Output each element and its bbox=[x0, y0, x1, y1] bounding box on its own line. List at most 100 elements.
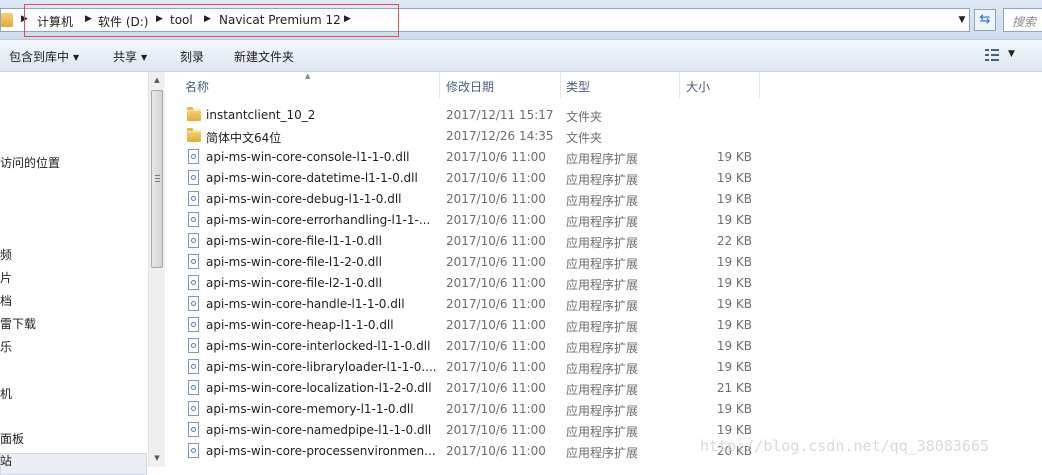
file-type: 应用程序扩展 bbox=[566, 194, 639, 208]
dll-file-icon bbox=[188, 170, 199, 185]
breadcrumb-tool[interactable]: tool bbox=[170, 13, 193, 27]
table-row[interactable]: api-ms-win-core-file-l2-1-0.dll 2017/10/6… bbox=[165, 273, 1042, 294]
dll-file-icon bbox=[188, 254, 199, 269]
file-date: 2017/10/6 11:00 bbox=[446, 381, 546, 395]
share-label: 共享 bbox=[113, 50, 138, 64]
file-name: api-ms-win-core-memory-l1-1-0.dll bbox=[206, 402, 414, 416]
address-bar[interactable]: ▶ 计算机 ▶ 软件 (D:) ▶ tool ▶ Navicat Premium… bbox=[0, 8, 970, 32]
nav-item-recycle-bin[interactable]: 站 bbox=[0, 452, 12, 469]
column-divider[interactable] bbox=[759, 72, 760, 98]
nav-scrollbar[interactable]: ▲ ▼ bbox=[148, 72, 165, 467]
file-date: 2017/10/6 11:00 bbox=[446, 213, 546, 227]
nav-item-computer[interactable]: 机 bbox=[0, 385, 12, 402]
table-row[interactable]: api-ms-win-core-debug-l1-1-0.dll 2017/10/… bbox=[165, 189, 1042, 210]
breadcrumb-chevron-icon[interactable]: ▶ bbox=[344, 14, 351, 24]
column-header-date[interactable]: 修改日期 bbox=[446, 78, 494, 95]
breadcrumb-chevron-icon[interactable]: ▶ bbox=[156, 14, 163, 24]
address-dropdown-icon[interactable]: ▼ bbox=[954, 9, 970, 31]
column-header-type[interactable]: 类型 bbox=[566, 78, 590, 95]
scroll-down-icon[interactable]: ▼ bbox=[149, 450, 165, 467]
file-name: api-ms-win-core-datetime-l1-1-0.dll bbox=[206, 171, 418, 185]
column-header-size[interactable]: 大小 bbox=[686, 78, 710, 95]
file-name: api-ms-win-core-heap-l1-1-0.dll bbox=[206, 318, 394, 332]
file-date: 2017/10/6 11:00 bbox=[446, 444, 546, 458]
nav-item-pictures[interactable]: 片 bbox=[0, 269, 12, 286]
table-row[interactable]: api-ms-win-core-console-l1-1-0.dll 2017/1… bbox=[165, 147, 1042, 168]
table-row[interactable]: api-ms-win-core-datetime-l1-1-0.dll 2017/… bbox=[165, 168, 1042, 189]
burn-button[interactable]: 刻录 bbox=[180, 48, 204, 65]
file-size: 22 KB bbox=[716, 234, 752, 248]
file-name: api-ms-win-core-interlocked-l1-1-0.dll bbox=[206, 339, 431, 353]
column-header-row: ▲ 名称 修改日期 类型 大小 bbox=[165, 72, 1042, 98]
folder-icon bbox=[187, 128, 201, 142]
file-date: 2017/10/6 11:00 bbox=[446, 402, 546, 416]
refresh-icon[interactable]: ⇆ bbox=[974, 9, 996, 31]
include-in-library-label: 包含到库中 bbox=[9, 50, 70, 64]
breadcrumb-chevron-icon[interactable]: ▶ bbox=[21, 14, 28, 24]
file-date: 2017/10/6 11:00 bbox=[446, 255, 546, 269]
file-date: 2017/10/6 11:00 bbox=[446, 318, 546, 332]
nav-item-xunlei-downloads[interactable]: 雷下载 bbox=[0, 315, 36, 332]
dll-file-icon bbox=[188, 380, 199, 395]
file-size: 19 KB bbox=[716, 297, 752, 311]
nav-item-music[interactable]: 乐 bbox=[0, 338, 12, 355]
table-row[interactable]: api-ms-win-core-file-l1-1-0.dll 2017/10/6… bbox=[165, 231, 1042, 252]
file-size: 19 KB bbox=[716, 171, 752, 185]
folder-icon bbox=[187, 107, 201, 121]
file-type: 应用程序扩展 bbox=[566, 257, 639, 271]
breadcrumb-computer[interactable]: 计算机 bbox=[37, 13, 73, 30]
file-size: 19 KB bbox=[716, 360, 752, 374]
scroll-up-icon[interactable]: ▲ bbox=[149, 72, 165, 89]
file-size: 19 KB bbox=[716, 276, 752, 290]
file-name: instantclient_10_2 bbox=[206, 108, 316, 122]
file-name: api-ms-win-core-libraryloader-l1-1-0.... bbox=[206, 360, 436, 374]
view-dropdown-icon[interactable]: ▼ bbox=[1008, 49, 1015, 59]
share-button[interactable]: 共享 ▼ bbox=[113, 48, 147, 65]
table-row[interactable]: api-ms-win-core-interlocked-l1-1-0.dll 20… bbox=[165, 336, 1042, 357]
view-details-icon[interactable] bbox=[985, 49, 999, 61]
table-row[interactable]: instantclient_10_2 2017/12/11 15:17 文件夹 bbox=[165, 105, 1042, 126]
column-header-name[interactable]: 名称 bbox=[185, 78, 209, 95]
nav-selected-highlight bbox=[0, 453, 147, 475]
column-divider[interactable] bbox=[679, 72, 680, 98]
table-row[interactable]: api-ms-win-core-file-l1-2-0.dll 2017/10/6… bbox=[165, 252, 1042, 273]
column-divider[interactable] bbox=[560, 72, 561, 98]
file-date: 2017/10/6 11:00 bbox=[446, 297, 546, 311]
file-date: 2017/10/6 11:00 bbox=[446, 150, 546, 164]
table-row[interactable]: api-ms-win-core-errorhandling-l1-1-... 20… bbox=[165, 210, 1042, 231]
file-name: api-ms-win-core-handle-l1-1-0.dll bbox=[206, 297, 405, 311]
dll-file-icon bbox=[188, 275, 199, 290]
table-row[interactable]: api-ms-win-core-heap-l1-1-0.dll 2017/10/6… bbox=[165, 315, 1042, 336]
breadcrumb-drive-d[interactable]: 软件 (D:) bbox=[98, 13, 148, 30]
search-input[interactable]: 搜索 bbox=[1003, 8, 1042, 32]
table-row[interactable]: api-ms-win-core-libraryloader-l1-1-0....… bbox=[165, 357, 1042, 378]
address-bar-area: ▶ 计算机 ▶ 软件 (D:) ▶ tool ▶ Navicat Premium… bbox=[0, 0, 1042, 40]
table-row[interactable]: 简体中文64位 2017/12/26 14:35 文件夹 bbox=[165, 126, 1042, 147]
file-type: 应用程序扩展 bbox=[566, 383, 639, 397]
file-date: 2017/10/6 11:00 bbox=[446, 360, 546, 374]
breadcrumb-chevron-icon[interactable]: ▶ bbox=[204, 14, 211, 24]
dll-file-icon bbox=[188, 149, 199, 164]
file-name: api-ms-win-core-file-l1-1-0.dll bbox=[206, 234, 382, 248]
nav-item-recent-places[interactable]: 访问的位置 bbox=[0, 154, 60, 171]
nav-item-videos[interactable]: 频 bbox=[0, 246, 12, 263]
dll-file-icon bbox=[188, 191, 199, 206]
nav-scroll-thumb[interactable] bbox=[151, 90, 163, 268]
table-row[interactable]: api-ms-win-core-handle-l1-1-0.dll 2017/10… bbox=[165, 294, 1042, 315]
file-type: 应用程序扩展 bbox=[566, 278, 639, 292]
file-type: 应用程序扩展 bbox=[566, 404, 639, 418]
breadcrumb-navicat[interactable]: Navicat Premium 12 bbox=[219, 13, 341, 27]
nav-item-control-panel[interactable]: 面板 bbox=[0, 430, 24, 447]
file-size: 19 KB bbox=[716, 423, 752, 437]
file-date: 2017/10/6 11:00 bbox=[446, 276, 546, 290]
sort-ascending-icon: ▲ bbox=[305, 72, 311, 80]
table-row[interactable]: api-ms-win-core-memory-l1-1-0.dll 2017/10… bbox=[165, 399, 1042, 420]
breadcrumb-chevron-icon[interactable]: ▶ bbox=[85, 14, 92, 24]
table-row[interactable]: api-ms-win-core-localization-l1-2-0.dll 2… bbox=[165, 378, 1042, 399]
new-folder-button[interactable]: 新建文件夹 bbox=[234, 48, 294, 65]
nav-item-documents[interactable]: 档 bbox=[0, 292, 12, 309]
column-divider[interactable] bbox=[439, 72, 440, 98]
command-bar: 包含到库中 ▼ 共享 ▼ 刻录 新建文件夹 ▼ bbox=[0, 40, 1042, 72]
file-size: 19 KB bbox=[716, 339, 752, 353]
include-in-library-button[interactable]: 包含到库中 ▼ bbox=[9, 48, 79, 65]
